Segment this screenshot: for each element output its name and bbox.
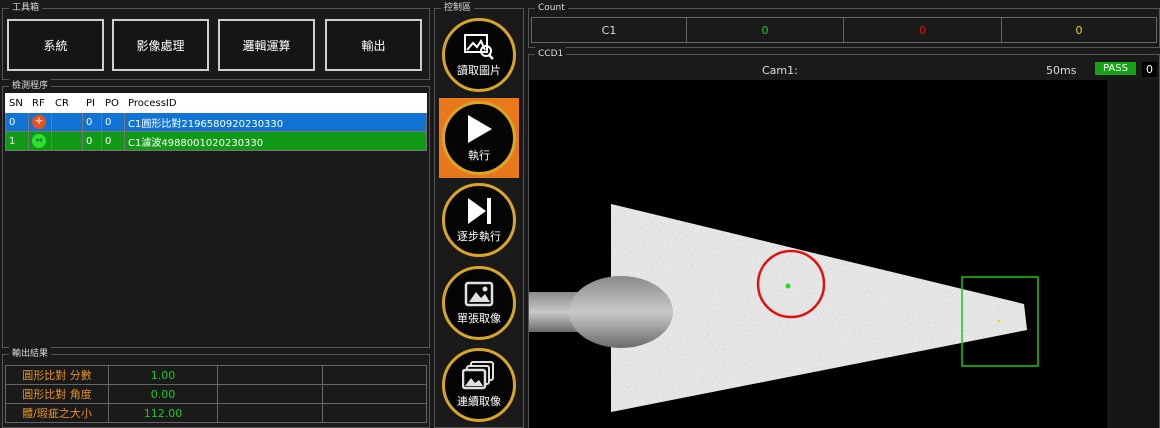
result-empty bbox=[321, 384, 427, 404]
row-pi: 0 bbox=[82, 112, 102, 132]
camera-label: Cam1: bbox=[762, 64, 798, 77]
row-sn: 1 bbox=[5, 131, 29, 151]
result-value: 0.00 bbox=[108, 384, 218, 404]
header-cr: CR bbox=[51, 93, 83, 113]
holder-ball bbox=[569, 276, 673, 348]
status-badge: PASS bbox=[1095, 62, 1136, 75]
row-pi: 0 bbox=[82, 131, 102, 151]
results-title: 輸出結果 bbox=[9, 347, 52, 361]
output-button[interactable]: 輸出 bbox=[325, 19, 422, 71]
count-ng: 0 bbox=[843, 17, 1002, 43]
play-icon bbox=[468, 115, 492, 143]
result-empty bbox=[217, 403, 323, 423]
header-po: PO bbox=[101, 93, 125, 113]
load-image-button[interactable]: 讀取圖片 bbox=[439, 15, 519, 95]
row-rf-cell: ⇔ bbox=[28, 131, 52, 151]
results-table: 圓形比對 分數 1.00 圓形比對 角度 0.00 體/瑕疵之大小 112.00 bbox=[5, 365, 427, 423]
result-label: 圓形比對 分數 bbox=[5, 365, 109, 385]
result-empty bbox=[217, 365, 323, 385]
count-panel: Count C1 0 0 0 bbox=[528, 1, 1160, 48]
row-cr-cell bbox=[51, 112, 83, 132]
image-processing-button[interactable]: 影像處理 bbox=[112, 19, 209, 71]
result-empty bbox=[321, 365, 427, 385]
row-sn: 0 bbox=[5, 112, 29, 132]
process-table-header: SN RF CR PI PO ProcessID bbox=[5, 93, 427, 113]
camera-image bbox=[529, 80, 1159, 428]
toolbox-title: 工具箱 bbox=[9, 1, 43, 15]
count-ok: 0 bbox=[686, 17, 844, 43]
toolbox-panel: 工具箱 系統 影像處理 邏輯運算 輸出 bbox=[2, 1, 430, 80]
result-row: 體/瑕疵之大小 112.00 bbox=[5, 403, 427, 423]
row-rf-cell: ✛ bbox=[28, 112, 52, 132]
step-icon bbox=[468, 198, 491, 224]
row-process-id: C1圓形比對2196580920230330 bbox=[124, 112, 427, 132]
run-label: 執行 bbox=[468, 149, 490, 162]
results-panel: 輸出結果 圓形比對 分數 1.00 圓形比對 角度 0.00 體/瑕疵之大小 1… bbox=[2, 347, 430, 428]
row-cr-cell bbox=[51, 131, 83, 151]
continuous-capture-label: 連續取像 bbox=[457, 395, 501, 408]
row-process-id: C1濾波4988001020230330 bbox=[124, 131, 427, 151]
row-po: 0 bbox=[101, 131, 125, 151]
load-image-label: 讀取圖片 bbox=[457, 64, 501, 77]
result-empty bbox=[321, 403, 427, 423]
detection-title: 檢測程序 bbox=[9, 79, 52, 93]
continuous-capture-button[interactable]: 連續取像 bbox=[439, 345, 519, 425]
ccd-title: CCD1 bbox=[535, 47, 567, 61]
single-capture-button[interactable]: 單張取像 bbox=[439, 263, 519, 343]
run-button[interactable]: 執行 bbox=[439, 98, 519, 178]
arrows-icon[interactable]: ⇔ bbox=[32, 134, 46, 148]
result-row: 圓形比對 角度 0.00 bbox=[5, 384, 427, 404]
result-value: 1.00 bbox=[108, 365, 218, 385]
exposure-time: 50ms bbox=[1046, 64, 1077, 77]
result-label: 圓形比對 角度 bbox=[5, 384, 109, 404]
result-empty bbox=[217, 384, 323, 404]
table-row[interactable]: 1 ⇔ 0 0 C1濾波4988001020230330 bbox=[5, 131, 427, 151]
step-run-label: 逐步執行 bbox=[457, 230, 501, 243]
continuous-capture-icon bbox=[462, 361, 494, 390]
header-sn: SN bbox=[5, 93, 29, 113]
result-value: 112.00 bbox=[108, 403, 218, 423]
table-row[interactable]: 0 ✛ 0 0 C1圓形比對2196580920230330 bbox=[5, 112, 427, 132]
system-button[interactable]: 系統 bbox=[7, 19, 104, 71]
single-capture-icon bbox=[464, 281, 494, 307]
header-rf: RF bbox=[28, 93, 52, 113]
header-process-id: ProcessID bbox=[124, 93, 427, 113]
crosshair-icon[interactable]: ✛ bbox=[32, 115, 46, 129]
result-row: 圓形比對 分數 1.00 bbox=[5, 365, 427, 385]
logic-operation-button[interactable]: 邏輯運算 bbox=[218, 19, 315, 71]
camera-edge-band bbox=[1107, 80, 1159, 428]
control-panel: 控制區 讀取圖片 執行 逐步執行 單張取像 連續取像 bbox=[434, 1, 524, 428]
single-capture-label: 單張取像 bbox=[457, 312, 501, 325]
header-pi: PI bbox=[82, 93, 102, 113]
status-counter: 0 bbox=[1142, 62, 1157, 77]
load-image-icon bbox=[464, 34, 494, 60]
count-title: Count bbox=[535, 1, 568, 15]
result-label: 體/瑕疵之大小 bbox=[5, 403, 109, 423]
step-run-button[interactable]: 逐步執行 bbox=[439, 180, 519, 260]
roi-point bbox=[997, 319, 1001, 323]
row-po: 0 bbox=[101, 112, 125, 132]
detection-point bbox=[785, 283, 791, 289]
count-camera: C1 bbox=[531, 17, 687, 43]
process-table: SN RF CR PI PO ProcessID 0 ✛ 0 0 C1圓形比對2… bbox=[5, 93, 427, 151]
detection-panel: 檢測程序 SN RF CR PI PO ProcessID 0 ✛ 0 0 C1… bbox=[2, 79, 430, 348]
camera-view[interactable] bbox=[529, 80, 1159, 428]
control-title: 控制區 bbox=[441, 1, 475, 15]
count-other: 0 bbox=[1001, 17, 1157, 43]
